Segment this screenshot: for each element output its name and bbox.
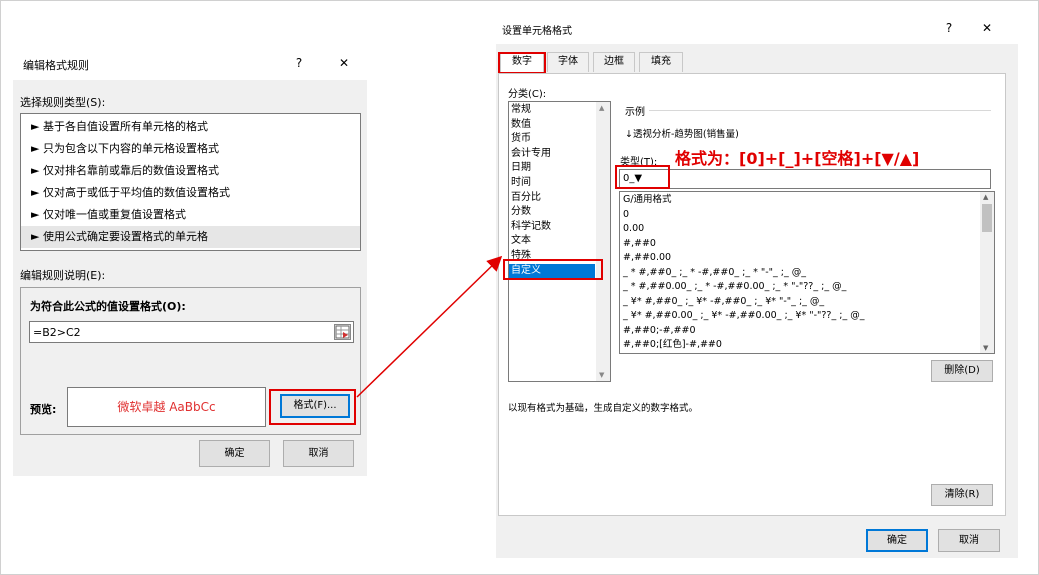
annotation-arrow [356,255,503,398]
